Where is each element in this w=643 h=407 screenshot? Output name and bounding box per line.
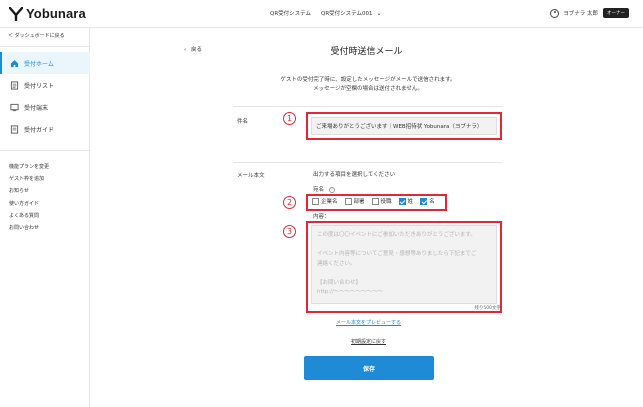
checkbox-unchecked[interactable] [344, 197, 352, 205]
preview-link[interactable]: メール本文をプレビューする [0, 319, 643, 326]
checkbox-label: 名 [429, 199, 435, 205]
content-label: 内容： [313, 214, 330, 220]
system-label[interactable]: QR受付システム [270, 9, 311, 17]
placeholder-line: イベント内容等についてご意見・感想等ありましたら下記までご [317, 251, 477, 257]
checkbox-position[interactable]: 役職 [371, 197, 392, 205]
intro-line: ゲストの受付完了時に、設定したメッセージがメールで送信されます。 [280, 77, 456, 83]
page-title: 受付時送信メール [330, 47, 403, 57]
addressee-label: 宛名 [313, 187, 325, 193]
link-news[interactable]: お知らせ [9, 185, 49, 197]
link-add-guest-slots[interactable]: ゲスト枠を追加 [9, 173, 49, 185]
header-nav: QR受付システム QR受付システム001 ⌄ [270, 9, 402, 18]
placeholder-line [317, 269, 491, 279]
logo-text: Yobunara [26, 6, 86, 21]
logo[interactable]: Yobunara [9, 6, 86, 21]
sidebar-item-label: 受付ガイド [24, 126, 55, 134]
checkbox-unchecked[interactable] [312, 197, 319, 205]
marker-3: 3 [283, 225, 296, 238]
body-textarea[interactable]: この度は〇〇イベントにご参加いただきありがとうございます。 イベント内容等につい… [311, 225, 497, 304]
sidebar-item-label: 受付端末 [24, 104, 49, 112]
subject-label: 件名 [237, 119, 249, 125]
char-counter: 残り500文字 [474, 306, 501, 311]
user-icon [550, 8, 560, 18]
sidebar-item-guide[interactable]: 受付ガイド [0, 118, 90, 140]
placeholder-line: この度は〇〇イベントにご参加いただきありがとうございます。 [317, 232, 476, 238]
placeholder-line: 【お問い合わせ】 [317, 279, 362, 286]
placeholder-line [317, 241, 491, 251]
placeholder-line: http://〜〜〜〜〜〜〜〜〜 [317, 289, 384, 295]
app-header: Yobunara QR受付システム QR受付システム001 ⌄ ヨブナラ 太郎 … [0, 0, 643, 28]
checkbox-label: 姓 [407, 199, 414, 205]
link-contact[interactable]: お問い合わせ [9, 222, 49, 234]
sidebar-links: 機能プランを変更 ゲスト枠を追加 お知らせ 使い方ガイド よくある質問 お問い合… [9, 161, 49, 234]
checkbox-last-name[interactable]: 姓 [398, 197, 414, 205]
checkbox-label: 企業名 [321, 199, 338, 205]
placeholder-line: 連絡ください。 [317, 260, 356, 267]
yobunara-logo-icon [9, 6, 23, 21]
checkbox-checked[interactable] [420, 197, 428, 205]
output-items-label: 出力する項目を選択してください [313, 172, 396, 178]
link-faq[interactable]: よくある質問 [9, 210, 49, 222]
sidebar-item-label: 受付リスト [24, 82, 55, 90]
role-badge: オーナー [603, 8, 629, 18]
divider [233, 162, 502, 163]
marker-1: 1 [283, 112, 296, 125]
page-title-wrap: 受付時送信メール [0, 44, 643, 57]
user-name: ヨブナラ 太郎 [563, 11, 598, 17]
device-icon [10, 103, 19, 111]
sidebar-item-label: 受付ホーム [24, 60, 54, 68]
marker-2: 2 [283, 196, 296, 209]
sidebar-menu: 受付ホーム 受付リスト 受付端末 受付ガイド [0, 52, 90, 140]
back-to-dashboard-link[interactable]: ＜ ダッシュボードに戻る [8, 32, 65, 39]
checkbox-company[interactable]: 企業名 [312, 197, 338, 205]
addressee-label-wrap: 宛名 ? [313, 185, 335, 193]
list-icon [10, 80, 19, 90]
checkbox-label: 役職 [380, 199, 392, 205]
checkbox-label: 部署 [353, 199, 365, 205]
divider [233, 106, 502, 107]
checkbox-first-name[interactable]: 名 [420, 197, 435, 205]
sidebar-divider [0, 150, 90, 151]
user-menu[interactable]: ヨブナラ 太郎 オーナー [550, 8, 629, 18]
intro-text: ゲストの受付完了時に、設定したメッセージがメールで送信されます。 メッセージが空… [230, 76, 506, 94]
addressee-checkboxes: 企業名 部署 役職 姓 名 [312, 197, 442, 205]
sidebar: ＜ ダッシュボードに戻る 受付ホーム 受付リスト 受付端末 受付ガイド 機能プラ… [0, 28, 90, 407]
subject-input[interactable]: ご来場ありがとうございます｜WEB招待状 Yobunara（ヨブナラ） [311, 117, 497, 135]
chevron-down-icon: ⌄ [376, 9, 382, 17]
intro-line: メッセージが空欄の場合は送付されません。 [313, 86, 423, 92]
checkbox-department[interactable]: 部署 [344, 197, 365, 205]
system-select[interactable]: QR受付システム001 ⌄ [321, 9, 392, 18]
link-usage-guide[interactable]: 使い方ガイド [9, 198, 49, 210]
help-icon[interactable]: ? [328, 186, 335, 193]
sidebar-item-device[interactable]: 受付端末 [0, 96, 90, 118]
home-icon [10, 59, 19, 67]
checkbox-unchecked[interactable] [371, 197, 379, 205]
guide-icon [10, 124, 19, 134]
link-change-plan[interactable]: 機能プランを変更 [9, 161, 49, 173]
reset-link[interactable]: 初期設定に戻す [0, 338, 643, 345]
checkbox-checked[interactable] [398, 197, 406, 205]
body-label: メール本文 [237, 173, 265, 179]
save-button[interactable]: 保存 [304, 356, 434, 380]
system-select-label: QR受付システム001 [321, 11, 373, 17]
sidebar-item-list[interactable]: 受付リスト [0, 74, 90, 96]
